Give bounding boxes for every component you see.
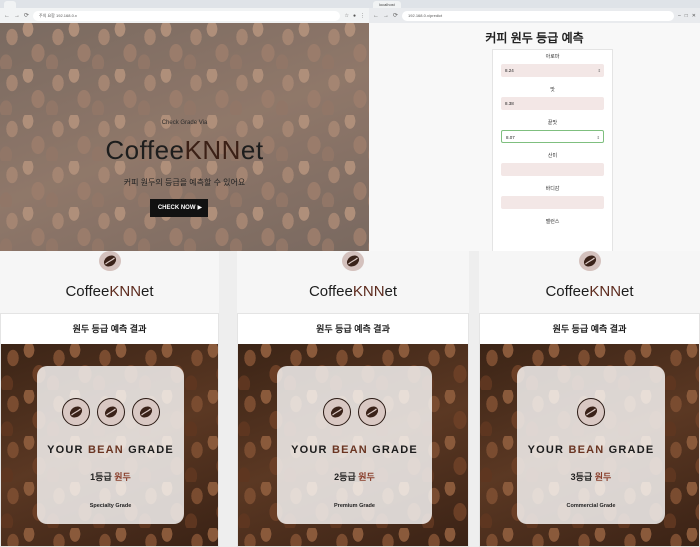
address-row: ← → ⟳ 주의 요함 192.168.0.x ☆ ● ⋮ bbox=[0, 8, 369, 23]
menu-icon[interactable]: ⋮ bbox=[360, 13, 365, 19]
address-text: 192.168.0.x/predict bbox=[408, 12, 443, 18]
reload-icon[interactable]: ⟳ bbox=[393, 13, 398, 19]
minimize-icon[interactable]: – bbox=[678, 13, 681, 19]
hero-eyebrow: Check Grade Via bbox=[161, 120, 208, 126]
forward-icon[interactable]: → bbox=[14, 13, 20, 19]
back-icon[interactable]: ← bbox=[4, 13, 10, 19]
forward-icon[interactable]: → bbox=[383, 13, 389, 19]
result-panel: CoffeeKNNet 원두 등급 예측 결과 YOUR BEAN GRADE 3등급… bbox=[479, 251, 700, 547]
acidity-label: 산미 bbox=[547, 153, 558, 159]
grade-bean-icons bbox=[37, 398, 184, 426]
address-text: 192.168.0.x bbox=[56, 12, 77, 18]
reload-icon[interactable]: ⟳ bbox=[24, 13, 29, 19]
coffee-bean-icon bbox=[577, 398, 605, 426]
browser-chrome: localhost ← → ⟳ 192.168.0.x/predict – □ … bbox=[369, 0, 700, 24]
grade-label: 3등급 원두 bbox=[570, 472, 612, 482]
result-card: 원두 등급 예측 결과 YOUR BEAN GRADE 2등급 원두 Premium … bbox=[237, 313, 469, 547]
prediction-form: 아로마 8.24 ⇕ 맛 8.38 끝맛 8.07 ⇕ 산미 바디감 밸런스 bbox=[492, 49, 613, 251]
grade-card: YOUR BEAN GRADE 1등급 원두 Specialty Grade bbox=[37, 366, 184, 524]
acidity-input[interactable] bbox=[501, 163, 604, 176]
result-panel: CoffeeKNNet 원두 등급 예측 결과 YOUR BEAN GRADE 2등급… bbox=[237, 251, 469, 547]
address-row: ← → ⟳ 192.168.0.x/predict – □ ✕ bbox=[369, 8, 700, 23]
grade-label: 2등급 원두 bbox=[334, 472, 375, 482]
form-title: 커피 원두 등급 예측 bbox=[485, 31, 584, 45]
grade-heading: YOUR BEAN GRADE bbox=[291, 444, 418, 456]
coffee-logo-icon bbox=[99, 251, 121, 271]
play-icon: ▶ bbox=[197, 205, 203, 211]
result-title: 원두 등급 예측 결과 bbox=[316, 324, 390, 334]
star-icon[interactable]: ☆ bbox=[344, 13, 348, 19]
aftertaste-label: 끝맛 bbox=[547, 120, 558, 126]
form-browser-window: localhost ← → ⟳ 192.168.0.x/predict – □ … bbox=[369, 0, 700, 251]
address-bar[interactable]: 192.168.0.x/predict bbox=[402, 10, 674, 21]
grade-card: YOUR BEAN GRADE 2등급 원두 Premium Grade bbox=[277, 366, 432, 524]
bean-background: YOUR BEAN GRADE 2등급 원두 Premium Grade bbox=[238, 344, 468, 546]
coffee-bean-icon bbox=[323, 398, 351, 426]
maximize-icon[interactable]: □ bbox=[685, 13, 688, 19]
grade-bean-icons bbox=[277, 398, 432, 426]
close-icon[interactable]: ✕ bbox=[692, 13, 696, 19]
bean-background: YOUR BEAN GRADE 1등급 원두 Specialty Grade bbox=[1, 344, 218, 546]
profile-icon[interactable]: ● bbox=[353, 13, 356, 19]
bean-background: YOUR BEAN GRADE 3등급 원두 Commercial Grade bbox=[480, 344, 699, 546]
flavor-input[interactable]: 8.38 bbox=[501, 97, 604, 110]
browser-tab[interactable]: localhost bbox=[373, 1, 401, 8]
result-card: 원두 등급 예측 결과 YOUR BEAN GRADE 1등급 원두 Specialt… bbox=[0, 313, 219, 547]
hero-subtitle: 커피 원두의 등급을 예측할 수 있어요 bbox=[123, 178, 246, 187]
tab-strip bbox=[0, 0, 369, 8]
coffee-logo-icon bbox=[579, 251, 601, 271]
form-page: 커피 원두 등급 예측 아로마 8.24 ⇕ 맛 8.38 끝맛 8.07 ⇕ 산미… bbox=[369, 23, 700, 251]
grade-heading: YOUR BEAN GRADE bbox=[47, 444, 174, 456]
stepper-icon[interactable]: ⇕ bbox=[598, 64, 601, 77]
grade-heading: YOUR BEAN GRADE bbox=[527, 444, 655, 456]
hero-logo: CoffeeKNNet bbox=[105, 135, 264, 165]
stepper-icon[interactable]: ⇕ bbox=[597, 131, 600, 144]
coffee-bean-icon bbox=[96, 398, 125, 426]
coffee-bean-icon bbox=[131, 398, 160, 426]
toolbar-icons: ☆ ● ⋮ bbox=[344, 13, 365, 19]
address-bar[interactable]: 주의 요함 192.168.0.x bbox=[33, 10, 341, 21]
grade-type: Premium Grade bbox=[334, 503, 375, 509]
screen-collage: ← → ⟳ 주의 요함 192.168.0.x ☆ ● ⋮ Check Grad… bbox=[0, 0, 700, 547]
grade-bean-icons bbox=[517, 398, 665, 426]
aroma-input[interactable]: 8.24 ⇕ bbox=[501, 64, 604, 77]
aroma-label: 아로마 bbox=[545, 54, 560, 60]
body-input[interactable] bbox=[501, 196, 604, 209]
tab-strip: localhost bbox=[369, 0, 700, 8]
security-label: 주의 요함 bbox=[39, 12, 55, 18]
grade-label: 1등급 원두 bbox=[90, 472, 131, 482]
result-panel: CoffeeKNNet 원두 등급 예측 결과 YOUR BEAN GRADE 1등급… bbox=[0, 251, 219, 547]
hero-section: Check Grade Via CoffeeKNNet 커피 원두의 등급을 예… bbox=[0, 23, 369, 251]
coffee-logo-icon bbox=[342, 251, 364, 271]
brand-logo: CoffeeKNNet bbox=[545, 283, 634, 300]
brand-logo: CoffeeKNNet bbox=[308, 283, 398, 300]
back-icon[interactable]: ← bbox=[373, 13, 379, 19]
browser-tab[interactable] bbox=[4, 1, 16, 8]
result-title: 원두 등급 예측 결과 bbox=[552, 324, 627, 334]
result-card: 원두 등급 예측 결과 YOUR BEAN GRADE 3등급 원두 Commerci… bbox=[479, 313, 700, 547]
balance-label: 밸런스 bbox=[545, 219, 560, 225]
coffee-bean-icon bbox=[358, 398, 386, 426]
flavor-label: 맛 bbox=[550, 87, 555, 93]
aftertaste-input[interactable]: 8.07 ⇕ bbox=[501, 130, 604, 143]
coffee-bean-icon bbox=[61, 398, 90, 426]
landing-browser-window: ← → ⟳ 주의 요함 192.168.0.x ☆ ● ⋮ Check Grad… bbox=[0, 0, 369, 251]
toolbar-icons: – □ ✕ bbox=[678, 13, 696, 19]
browser-chrome: ← → ⟳ 주의 요함 192.168.0.x ☆ ● ⋮ bbox=[0, 0, 369, 24]
result-title: 원두 등급 예측 결과 bbox=[72, 324, 147, 334]
brand-logo: CoffeeKNNet bbox=[65, 283, 154, 300]
check-now-button[interactable]: CHECK NOW ▶ bbox=[150, 199, 208, 217]
body-label: 바디감 bbox=[545, 186, 560, 192]
grade-type: Specialty Grade bbox=[89, 503, 132, 509]
grade-type: Commercial Grade bbox=[566, 503, 616, 509]
grade-card: YOUR BEAN GRADE 3등급 원두 Commercial Grade bbox=[517, 366, 665, 524]
